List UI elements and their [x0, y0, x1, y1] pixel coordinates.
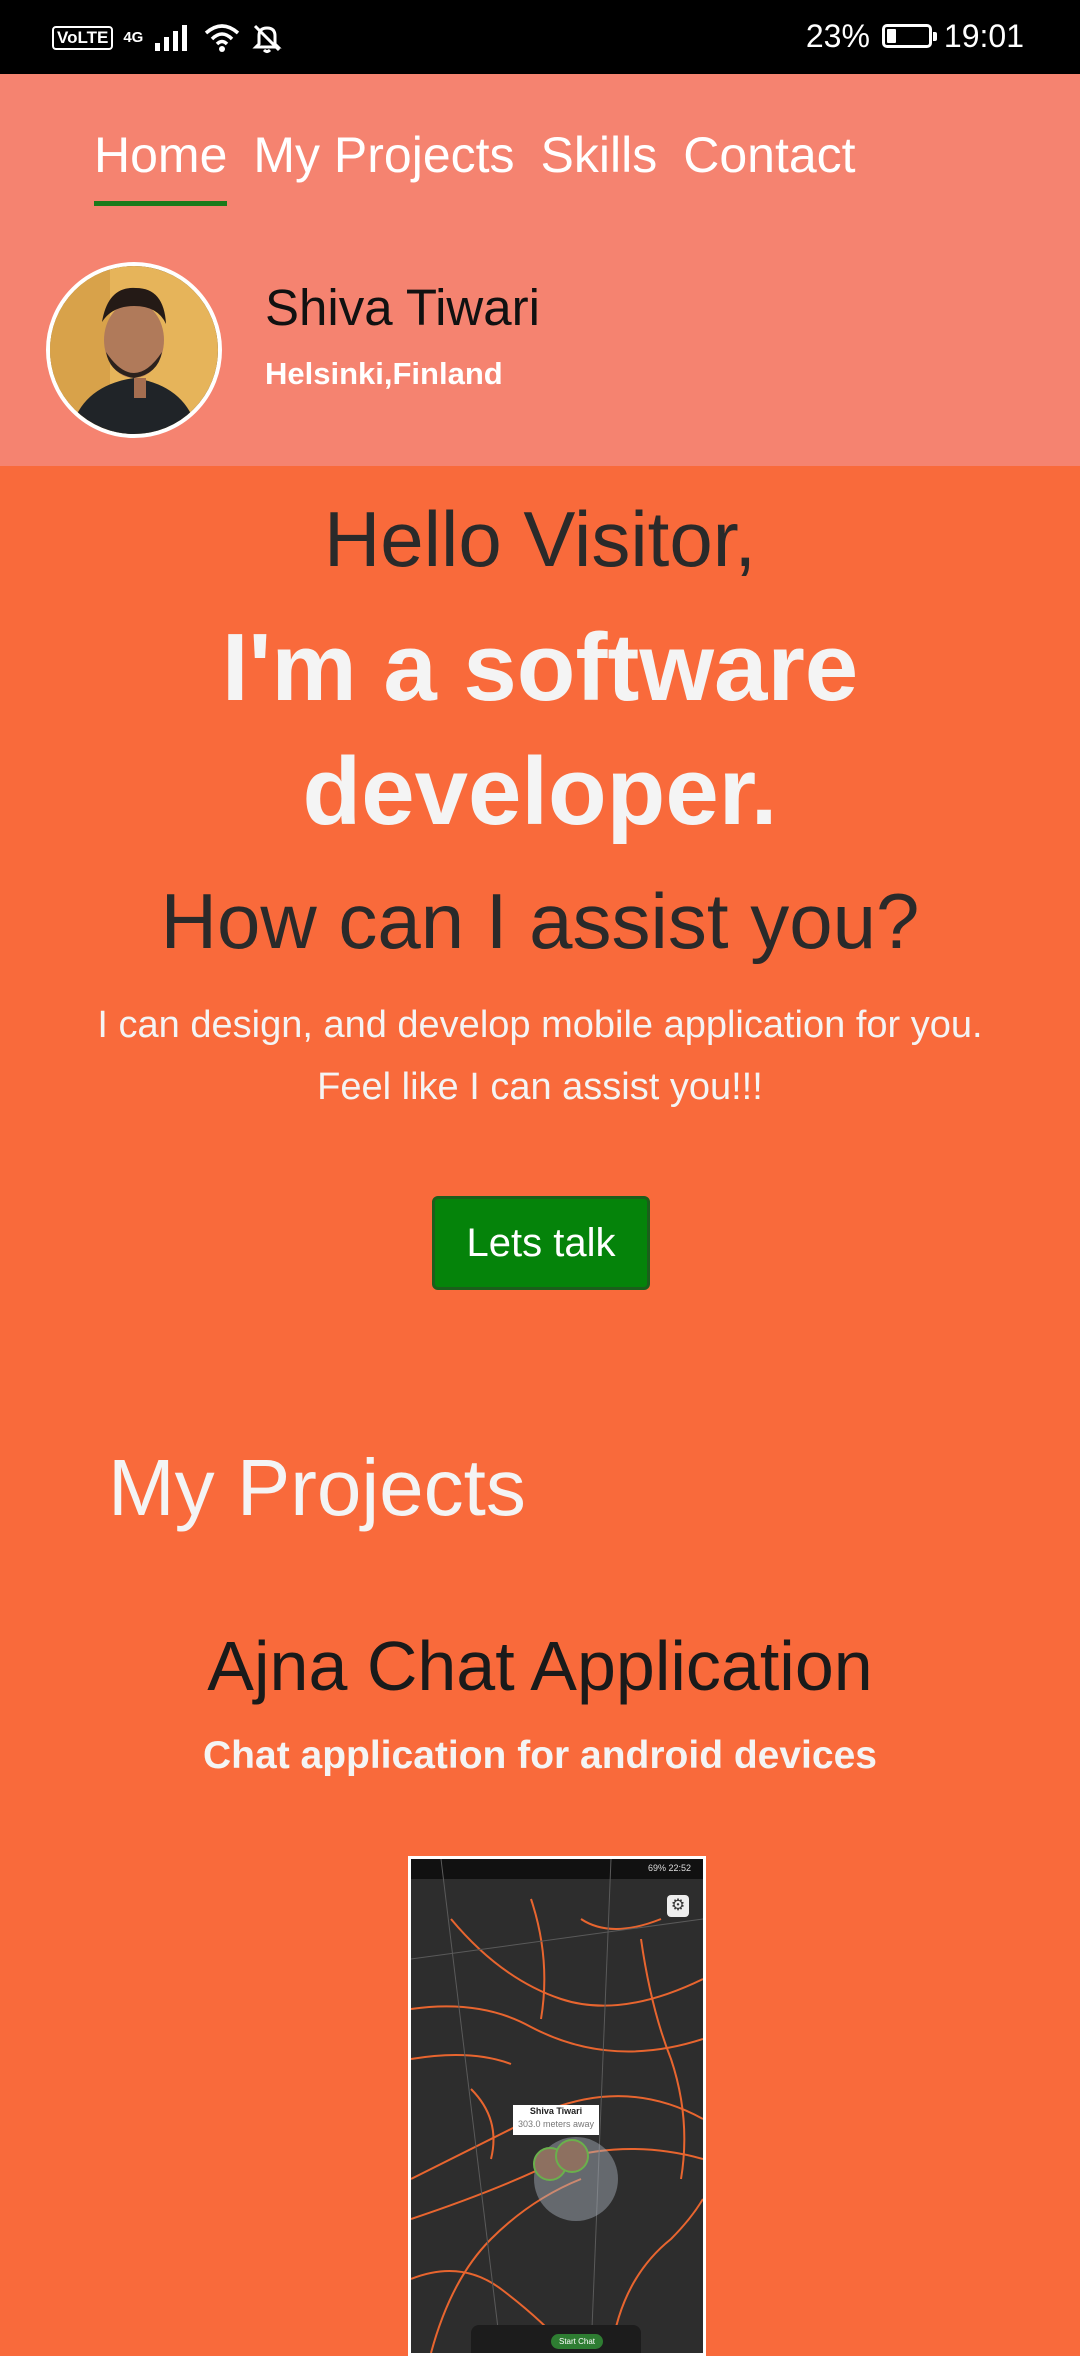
network-type: 4G	[123, 29, 144, 46]
top-nav: Home My Projects Skills Contact	[94, 126, 856, 206]
assist-question: How can I assist you?	[160, 877, 920, 965]
map-layers-icon[interactable]: ⚙	[667, 1895, 689, 1917]
status-right: 23% 19:01	[806, 14, 1024, 58]
wifi-icon	[205, 24, 240, 52]
battery-percent: 23%	[805, 17, 870, 54]
volte-icon: VoLTE	[52, 26, 114, 50]
nav-my-projects[interactable]: My Projects	[253, 126, 514, 206]
project-screenshot[interactable]: 69% 22:52 ⚙ Shiva Tiwari 303.0 meters aw…	[408, 1856, 706, 2356]
status-bar: VoLTE 4G 23% 19:01	[0, 0, 1080, 74]
signal-icon	[155, 25, 188, 51]
project-title: Ajna Chat Application	[207, 1627, 873, 1705]
main-content: Hello Visitor, I'm a software developer.…	[0, 466, 1080, 2356]
nav-skills[interactable]: Skills	[541, 126, 658, 206]
map-callout: Shiva Tiwari 303.0 meters away	[513, 2105, 599, 2135]
start-chat-button[interactable]: Start Chat	[551, 2334, 604, 2349]
bell-off-icon	[252, 24, 282, 53]
greeting: Hello Visitor,	[323, 495, 757, 583]
project-subtitle: Chat application for android devices	[203, 1734, 877, 1777]
projects-section-title: My Projects	[108, 1443, 526, 1532]
profile-name: Shiva Tiwari	[265, 279, 540, 336]
hero-description: I can design, and develop mobile applica…	[97, 1004, 983, 1108]
headline: I'm a software developer.	[221, 614, 859, 845]
nav-contact[interactable]: Contact	[683, 126, 855, 206]
avatar	[46, 262, 222, 438]
nav-home[interactable]: Home	[94, 126, 228, 206]
lets-talk-button[interactable]: Lets talk	[432, 1196, 650, 1290]
avatar-photo	[50, 266, 218, 434]
profile-location: Helsinki,Finland	[265, 356, 503, 391]
clock: 19:01	[943, 17, 1024, 54]
site-header: Home My Projects Skills Contact Shiva Ti…	[0, 74, 1080, 466]
user-avatar-marker[interactable]	[555, 2139, 589, 2173]
battery-icon	[881, 24, 937, 48]
status-left: VoLTE 4G	[52, 18, 283, 58]
